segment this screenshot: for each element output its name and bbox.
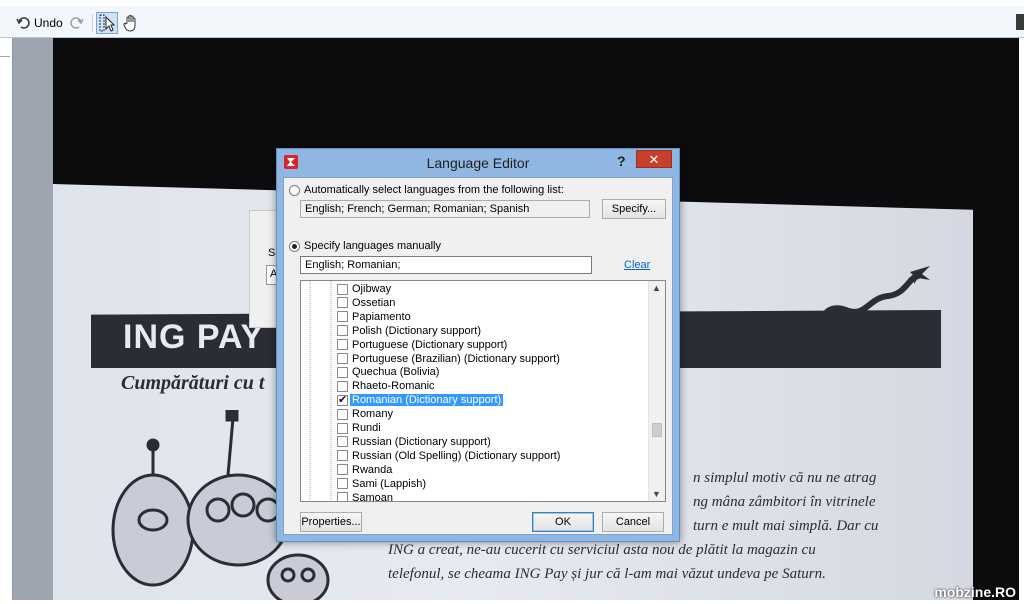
language-label: Rhaeto-Romanic xyxy=(352,380,435,393)
cursor-select-icon xyxy=(99,14,115,32)
language-list-scrollbar[interactable]: ▲ ▼ xyxy=(648,281,665,501)
document-text-line: turn e mult mai simplă. Dar cu xyxy=(693,518,879,534)
manual-select-radio[interactable] xyxy=(289,240,300,252)
dialog-body: Automatically select languages from the … xyxy=(283,177,673,535)
specify-button[interactable]: Specify... xyxy=(602,199,666,219)
language-list[interactable]: Ojibway Ossetian Papiamento Polish (Diction… xyxy=(300,280,666,502)
redo-button[interactable] xyxy=(70,12,84,34)
language-list-item[interactable]: Sami (Lappish) xyxy=(337,477,428,491)
help-button[interactable]: ? xyxy=(617,153,626,169)
language-checkbox[interactable] xyxy=(337,353,348,364)
undo-label: Undo xyxy=(34,16,63,30)
manual-select-option[interactable]: Specify languages manually xyxy=(289,240,441,252)
document-subtitle: Cumpărături cu t xyxy=(121,372,265,394)
language-checkbox[interactable] xyxy=(337,325,348,337)
select-tool-button[interactable] xyxy=(96,12,118,34)
language-list-item[interactable]: Samoan xyxy=(337,491,395,502)
language-editor-dialog: Language Editor ? ✕ Automatically select… xyxy=(276,148,680,542)
language-checkbox[interactable] xyxy=(337,283,348,295)
language-list-item[interactable]: Romany xyxy=(337,407,395,421)
language-checkbox[interactable] xyxy=(337,339,348,351)
language-checkbox[interactable] xyxy=(337,478,348,490)
document-text-line: ING a creat, ne-au cucerit cu serviciul … xyxy=(388,542,816,558)
language-checkbox[interactable] xyxy=(337,366,348,378)
language-list-item[interactable]: Polish (Dictionary support) xyxy=(337,324,483,338)
manual-languages-input[interactable]: English; Romanian; xyxy=(300,256,592,274)
language-list-item[interactable]: Russian (Dictionary support) xyxy=(337,435,493,449)
language-checkbox[interactable] xyxy=(337,408,348,420)
tree-guide-lines xyxy=(309,281,332,501)
scroll-up-icon[interactable]: ▲ xyxy=(652,283,661,293)
language-list-item[interactable]: Rwanda xyxy=(337,463,394,477)
language-list-item[interactable]: Quechua (Bolivia) xyxy=(337,365,441,379)
language-checkbox[interactable] xyxy=(337,311,348,323)
language-label: Sami (Lappish) xyxy=(352,477,426,490)
language-list-item[interactable]: Papiamento xyxy=(337,310,413,324)
language-list-item[interactable]: Ossetian xyxy=(337,296,397,310)
language-checkbox[interactable] xyxy=(337,492,348,501)
language-list-item[interactable]: Portuguese (Brazilian) (Dictionary suppo… xyxy=(337,352,562,366)
auto-select-radio[interactable] xyxy=(289,184,300,196)
language-list-item[interactable]: Romanian (Dictionary support) xyxy=(337,393,504,407)
auto-select-label: Automatically select languages from the … xyxy=(304,184,564,196)
airplane-icon xyxy=(820,266,930,331)
cancel-button[interactable]: Cancel xyxy=(602,512,664,532)
language-checkbox[interactable] xyxy=(337,436,348,448)
language-checkbox[interactable] xyxy=(337,380,348,392)
language-checkbox[interactable] xyxy=(337,464,348,476)
pan-tool-button[interactable] xyxy=(121,12,141,34)
language-label: Quechua (Bolivia) xyxy=(352,366,440,379)
language-label: Papiamento xyxy=(352,310,411,323)
language-list-item[interactable]: Rhaeto-Romanic xyxy=(337,379,437,393)
clear-link[interactable]: Clear xyxy=(624,259,650,271)
language-checkbox[interactable] xyxy=(337,422,348,434)
language-label: Romany xyxy=(352,408,393,421)
toolbar: Undo xyxy=(0,0,1024,38)
watermark: mobzine.RO xyxy=(934,584,1016,600)
language-label: Russian (Old Spelling) (Dictionary suppo… xyxy=(352,449,561,462)
scrollbar-thumb[interactable] xyxy=(652,423,662,437)
manual-select-label: Specify languages manually xyxy=(304,240,441,252)
undo-icon xyxy=(16,17,30,29)
language-label: Polish (Dictionary support) xyxy=(352,324,481,337)
ok-button[interactable]: OK xyxy=(532,512,594,532)
document-text-line: telefonul, se cheama ING Pay și jur că l… xyxy=(388,566,826,582)
auto-select-option[interactable]: Automatically select languages from the … xyxy=(289,184,564,196)
language-list-item[interactable]: Ojibway xyxy=(337,282,393,296)
auto-languages-field: English; French; German; Romanian; Spani… xyxy=(300,200,590,218)
language-label: Portuguese (Dictionary support) xyxy=(352,338,508,351)
toolbar-separator xyxy=(92,14,93,32)
redo-icon xyxy=(70,17,84,29)
document-text-line: ng mâna zâmbitori în vitrinele xyxy=(693,494,876,510)
language-label: Russian (Dictionary support) xyxy=(352,435,491,448)
language-list-item[interactable]: Russian (Old Spelling) (Dictionary suppo… xyxy=(337,449,562,463)
language-label: Portuguese (Brazilian) (Dictionary suppo… xyxy=(352,352,560,365)
ruler-mark xyxy=(0,56,10,57)
document-text-line: n simplul motiv că nu ne atrag xyxy=(693,470,877,486)
undo-button[interactable]: Undo xyxy=(16,12,63,34)
language-label: Rwanda xyxy=(352,463,393,476)
language-list-item[interactable]: Rundi xyxy=(337,421,383,435)
hand-icon xyxy=(123,15,136,32)
language-label: Ojibway xyxy=(352,283,392,295)
language-checkbox[interactable] xyxy=(337,297,348,309)
close-button[interactable]: ✕ xyxy=(636,150,672,168)
dialog-titlebar[interactable]: Language Editor ? ✕ xyxy=(277,149,679,177)
window-edge-control xyxy=(1016,14,1024,30)
language-label: Rundi xyxy=(352,422,381,434)
language-label: Ossetian xyxy=(352,296,396,309)
language-label: Samoan xyxy=(352,491,393,502)
scroll-down-icon[interactable]: ▼ xyxy=(652,489,661,499)
brand-title: ING PAY xyxy=(123,318,265,356)
language-checkbox[interactable] xyxy=(337,393,348,406)
language-label: Romanian (Dictionary support) xyxy=(350,394,504,407)
language-list-item[interactable]: Portuguese (Dictionary support) xyxy=(337,338,509,352)
language-checkbox[interactable] xyxy=(337,450,348,462)
properties-button[interactable]: Properties... xyxy=(300,512,362,532)
